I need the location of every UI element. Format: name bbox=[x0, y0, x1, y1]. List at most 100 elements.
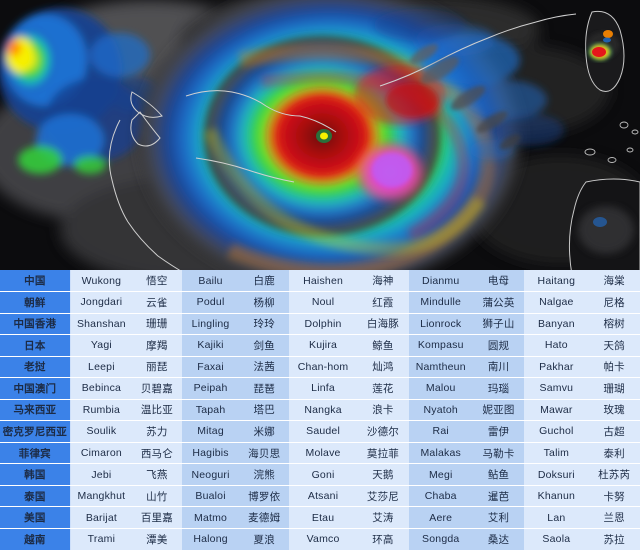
typhoon-name-chinese: 泰利 bbox=[588, 442, 640, 465]
typhoon-name-english: Dianmu bbox=[408, 270, 473, 293]
typhoon-name-chinese: 博罗依 bbox=[239, 485, 289, 508]
typhoon-name-english: Namtheun bbox=[408, 356, 473, 379]
country-label: 菲律宾 bbox=[0, 442, 71, 465]
typhoon-name-english: Pakhar bbox=[524, 356, 589, 379]
typhoon-name-chinese: 红霞 bbox=[357, 291, 409, 314]
typhoon-name-chinese: 海棠 bbox=[588, 270, 640, 293]
typhoon-name-chinese: 玛瑙 bbox=[472, 377, 525, 400]
typhoon-name-english: Aere bbox=[408, 506, 473, 529]
typhoon-name-chinese: 潭美 bbox=[132, 528, 182, 550]
typhoon-name-english: Trami bbox=[70, 528, 133, 550]
typhoon-name-chinese: 尼格 bbox=[588, 291, 640, 314]
typhoon-name-chinese: 苏拉 bbox=[588, 528, 640, 550]
typhoon-name-english: Rai bbox=[408, 420, 473, 443]
table-row: 美国 Barijat 百里嘉 Matmo 麦德姆 Etau 艾涛 Aere 艾利 Lan 兰恩 bbox=[0, 506, 640, 529]
typhoon-name-english: Bailu bbox=[181, 270, 240, 293]
typhoon-name-english: Malakas bbox=[408, 442, 473, 465]
typhoon-name-chinese: 雷伊 bbox=[472, 420, 525, 443]
typhoon-name-english: Hagibis bbox=[181, 442, 240, 465]
typhoon-name-english: Bebinca bbox=[70, 377, 133, 400]
table-row: 中国 Wukong 悟空 Bailu 白鹿 Haishen 海神 Dianmu 电母 Haitan… bbox=[0, 270, 640, 293]
typhoon-name-english: Molave bbox=[289, 442, 358, 465]
country-label: 越南 bbox=[0, 528, 71, 550]
typhoon-name-english: Chaba bbox=[408, 485, 473, 508]
typhoon-name-english: Mangkhut bbox=[70, 485, 133, 508]
typhoon-name-chinese: 浣熊 bbox=[239, 463, 289, 486]
typhoon-name-english: Rumbia bbox=[70, 399, 133, 422]
table-row: 泰国 Mangkhut 山竹 Bualoi 博罗依 Atsani 艾莎尼 Chaba 暹芭 Kha… bbox=[0, 485, 640, 508]
typhoon-name-chinese: 艾涛 bbox=[357, 506, 409, 529]
typhoon-name-chinese: 悟空 bbox=[132, 270, 182, 293]
typhoon-name-chinese: 玲玲 bbox=[239, 313, 289, 336]
typhoon-name-table: 中国 Wukong 悟空 Bailu 白鹿 Haishen 海神 Dianmu 电母 Haitan… bbox=[0, 270, 640, 550]
typhoon-name-chinese: 琵琶 bbox=[239, 377, 289, 400]
typhoon-name-chinese: 莲花 bbox=[357, 377, 409, 400]
country-label: 日本 bbox=[0, 334, 71, 357]
country-label: 中国 bbox=[0, 270, 71, 293]
typhoon-name-english: Hato bbox=[524, 334, 589, 357]
typhoon-name-english: Linfa bbox=[289, 377, 358, 400]
table-row: 朝鲜 Jongdari 云雀 Podul 杨柳 Noul 红霞 Mindulle 蒲公英 Nalg… bbox=[0, 291, 640, 314]
typhoon-name-chinese: 珊瑚 bbox=[588, 377, 640, 400]
typhoon-name-english: Vamco bbox=[289, 528, 358, 550]
typhoon-name-chinese: 山竹 bbox=[132, 485, 182, 508]
typhoon-name-english: Bualoi bbox=[181, 485, 240, 508]
typhoon-name-english: Kompasu bbox=[408, 334, 473, 357]
typhoon-name-english: Shanshan bbox=[70, 313, 133, 336]
table-row: 中国澳门 Bebinca 贝碧嘉 Peipah 琵琶 Linfa 莲花 Malou 玛瑙 Samv… bbox=[0, 377, 640, 400]
table-row: 马来西亚 Rumbia 温比亚 Tapah 塔巴 Nangka 浪卡 Nyatoh 妮亚图 Maw… bbox=[0, 399, 640, 422]
typhoon-name-english: Faxai bbox=[181, 356, 240, 379]
typhoon-name-chinese: 丽琵 bbox=[132, 356, 182, 379]
typhoon-name-chinese: 天鸽 bbox=[588, 334, 640, 357]
typhoon-name-chinese: 法茜 bbox=[239, 356, 289, 379]
table-row: 老挝 Leepi 丽琵 Faxai 法茜 Chan-hom 灿鸿 Namtheun 南川 Pakh… bbox=[0, 356, 640, 379]
typhoon-name-english: Kujira bbox=[289, 334, 358, 357]
typhoon-name-chinese: 苏力 bbox=[132, 420, 182, 443]
typhoon-name-english: Cimaron bbox=[70, 442, 133, 465]
typhoon-name-chinese: 云雀 bbox=[132, 291, 182, 314]
typhoon-name-chinese: 狮子山 bbox=[472, 313, 525, 336]
typhoon-name-chinese: 帕卡 bbox=[588, 356, 640, 379]
typhoon-name-chinese: 灿鸿 bbox=[357, 356, 409, 379]
country-label: 泰国 bbox=[0, 485, 71, 508]
typhoon-name-english: Haitang bbox=[524, 270, 589, 293]
typhoon-name-english: Jongdari bbox=[70, 291, 133, 314]
typhoon-name-chinese: 艾利 bbox=[472, 506, 525, 529]
country-label: 中国澳门 bbox=[0, 377, 71, 400]
table-row: 密克罗尼西亚 Soulik 苏力 Mitag 米娜 Saudel 沙德尔 Rai 雷伊 Gucho… bbox=[0, 420, 640, 443]
typhoon-name-english: Dolphin bbox=[289, 313, 358, 336]
country-label: 美国 bbox=[0, 506, 71, 529]
typhoon-name-english: Songda bbox=[408, 528, 473, 550]
country-label: 韩国 bbox=[0, 463, 71, 486]
typhoon-name-chinese: 马勒卡 bbox=[472, 442, 525, 465]
typhoon-name-chinese: 兰恩 bbox=[588, 506, 640, 529]
typhoon-name-chinese: 蒲公英 bbox=[472, 291, 525, 314]
table-row: 日本 Yagi 摩羯 Kajiki 剑鱼 Kujira 鲸鱼 Kompasu 圆规 Hato 天鸽 bbox=[0, 334, 640, 357]
typhoon-name-english: Peipah bbox=[181, 377, 240, 400]
typhoon-name-chinese: 莫拉菲 bbox=[357, 442, 409, 465]
typhoon-name-english: Atsani bbox=[289, 485, 358, 508]
typhoon-name-english: Leepi bbox=[70, 356, 133, 379]
table-row: 越南 Trami 潭美 Halong 夏浪 Vamco 环高 Songda 桑达 Saola 苏拉 bbox=[0, 528, 640, 550]
typhoon-name-english: Etau bbox=[289, 506, 358, 529]
typhoon-name-chinese: 鲇鱼 bbox=[472, 463, 525, 486]
typhoon-name-english: Samvu bbox=[524, 377, 589, 400]
satellite-canvas bbox=[0, 0, 640, 275]
typhoon-name-english: Megi bbox=[408, 463, 473, 486]
typhoon-name-chinese: 西马仑 bbox=[132, 442, 182, 465]
typhoon-name-chinese: 白海豚 bbox=[357, 313, 409, 336]
typhoon-name-chinese: 海贝思 bbox=[239, 442, 289, 465]
typhoon-name-english: Jebi bbox=[70, 463, 133, 486]
typhoon-name-english: Mawar bbox=[524, 399, 589, 422]
typhoon-name-english: Nangka bbox=[289, 399, 358, 422]
typhoon-name-chinese: 剑鱼 bbox=[239, 334, 289, 357]
typhoon-name-chinese: 白鹿 bbox=[239, 270, 289, 293]
typhoon-name-chinese: 玫瑰 bbox=[588, 399, 640, 422]
typhoon-name-english: Talim bbox=[524, 442, 589, 465]
typhoon-name-english: Doksuri bbox=[524, 463, 589, 486]
typhoon-name-english: Nyatoh bbox=[408, 399, 473, 422]
typhoon-name-english: Lingling bbox=[181, 313, 240, 336]
typhoon-name-chinese: 沙德尔 bbox=[357, 420, 409, 443]
typhoon-name-english: Noul bbox=[289, 291, 358, 314]
typhoon-name-english: Lionrock bbox=[408, 313, 473, 336]
